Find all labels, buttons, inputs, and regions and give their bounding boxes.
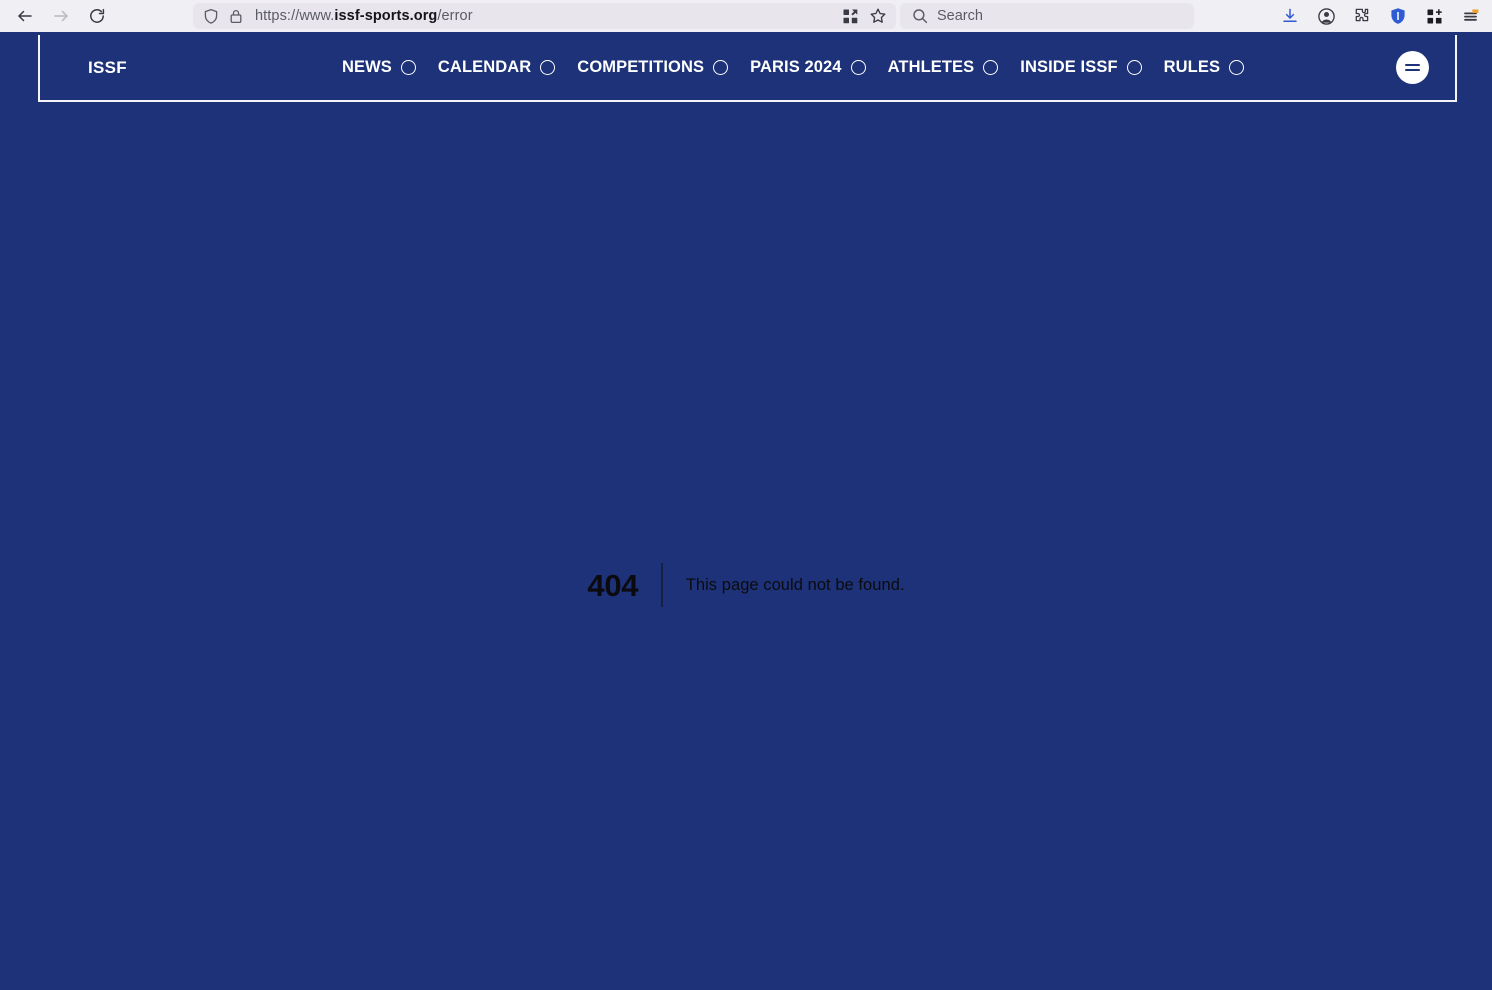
search-placeholder-text: Search <box>937 8 983 24</box>
url-host: issf-sports.org <box>334 8 438 24</box>
url-scheme: https://www. <box>255 8 335 24</box>
nav-item-label: INSIDE ISSF <box>1020 58 1118 76</box>
apps-grid-icon[interactable] <box>1416 1 1452 31</box>
download-icon[interactable] <box>1272 1 1308 31</box>
error-code: 404 <box>587 567 639 603</box>
nav-item-inside-issf[interactable]: INSIDE ISSF <box>1020 58 1142 77</box>
site-navigation-bar: ISSF NEWS CALENDAR COMPETITIONS PARIS 20… <box>38 35 1457 102</box>
error-message: This page could not be found. <box>685 575 905 594</box>
nav-item-competitions[interactable]: COMPETITIONS <box>577 58 729 77</box>
circle-outline-icon <box>540 60 556 75</box>
account-icon[interactable] <box>1308 1 1344 31</box>
forward-button[interactable] <box>46 1 76 31</box>
page-actions-group <box>832 3 896 29</box>
nav-item-label: PARIS 2024 <box>750 58 842 76</box>
nav-item-rules[interactable]: RULES <box>1163 58 1245 77</box>
site-logo[interactable]: ISSF <box>88 58 127 78</box>
app-menu-icon[interactable] <box>1452 1 1488 31</box>
circle-outline-icon <box>713 60 729 75</box>
browser-toolbar-actions <box>1272 0 1488 32</box>
page-content: ISSF NEWS CALENDAR COMPETITIONS PARIS 20… <box>0 32 1492 990</box>
reload-button[interactable] <box>82 1 112 31</box>
circle-outline-icon <box>1229 60 1245 75</box>
circle-outline-icon <box>400 60 416 75</box>
nav-item-paris-2024[interactable]: PARIS 2024 <box>750 58 866 77</box>
open-in-app-icon[interactable] <box>836 4 864 28</box>
shield-badge-icon[interactable] <box>1380 1 1416 31</box>
address-bar[interactable]: https://www.issf-sports.org/error <box>193 3 893 29</box>
nav-item-label: RULES <box>1163 58 1221 76</box>
nav-item-label: ATHLETES <box>887 58 975 76</box>
menu-toggle-button[interactable] <box>1396 51 1429 84</box>
address-bar-text: https://www.issf-sports.org/error <box>255 8 473 24</box>
shield-icon[interactable] <box>203 8 219 25</box>
error-divider <box>661 563 663 607</box>
nav-links-group: NEWS CALENDAR COMPETITIONS PARIS 2024 AT… <box>342 58 1245 77</box>
error-block: 404 This page could not be found. <box>0 563 1492 607</box>
url-path: /error <box>437 8 473 24</box>
circle-outline-icon <box>983 60 999 75</box>
nav-item-news[interactable]: NEWS <box>342 58 416 77</box>
nav-item-calendar[interactable]: CALENDAR <box>437 58 556 77</box>
nav-item-label: CALENDAR <box>437 58 532 76</box>
hamburger-icon-line <box>1405 63 1420 66</box>
back-button[interactable] <box>10 1 40 31</box>
bookmark-star-icon[interactable] <box>864 4 892 28</box>
browser-toolbar: https://www.issf-sports.org/error Search <box>0 0 1492 32</box>
circle-outline-icon <box>850 60 866 75</box>
lock-icon[interactable] <box>229 8 243 25</box>
nav-item-athletes[interactable]: ATHLETES <box>888 58 999 77</box>
search-icon <box>912 8 928 24</box>
search-input[interactable]: Search <box>900 3 1194 29</box>
nav-item-label: COMPETITIONS <box>577 58 705 76</box>
hamburger-icon-line <box>1405 69 1420 72</box>
extensions-puzzle-icon[interactable] <box>1344 1 1380 31</box>
circle-outline-icon <box>1126 60 1142 75</box>
nav-item-label: NEWS <box>342 58 392 76</box>
